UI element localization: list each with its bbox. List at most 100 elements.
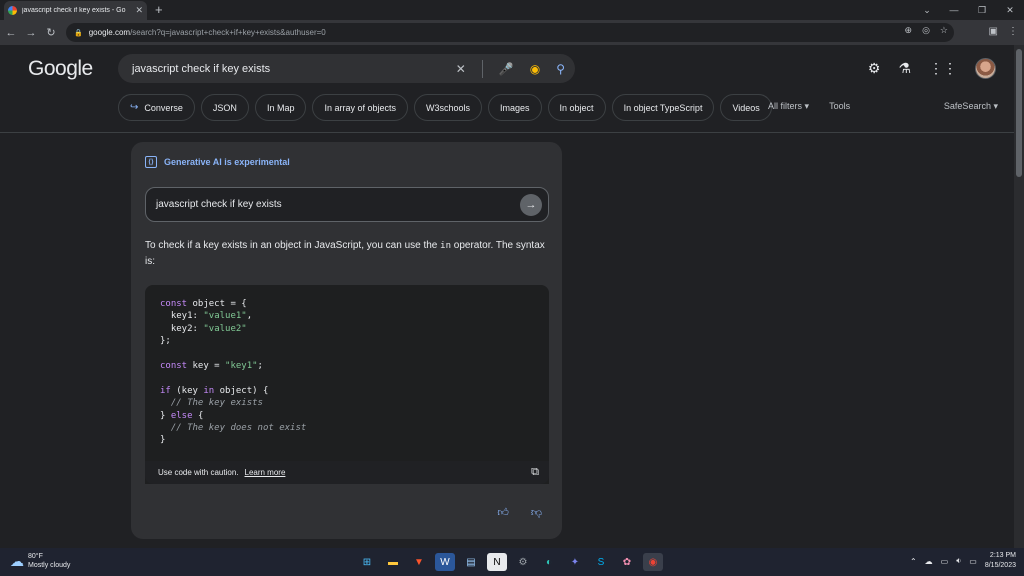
chip-videos[interactable]: Videos xyxy=(720,94,772,121)
answer-pre: To check if a key exists in an object in… xyxy=(145,240,441,251)
converse-arrow-icon: ↪ xyxy=(130,102,139,113)
chip-in-map[interactable]: In Map xyxy=(254,94,307,121)
browser-toolbar: ← → ↻ 🔒 google.com/search?q=javascript+c… xyxy=(0,20,1024,45)
google-logo[interactable]: Google xyxy=(28,57,93,81)
safesearch-button[interactable]: SafeSearch ▾ xyxy=(944,101,998,112)
ai-overview-panel: ⟨⟩ Generative AI is experimental javascr… xyxy=(131,142,562,539)
notion-icon[interactable]: N xyxy=(487,553,507,571)
browser-tab[interactable]: javascript check if key exists - Go ✕ xyxy=(4,1,147,20)
tab-search-icon[interactable]: ⌄ xyxy=(914,0,940,20)
code-footer: Use code with caution. Learn more ⧉ xyxy=(145,461,549,484)
code-token: // The key exists xyxy=(160,398,263,409)
weather-temp: 80°F xyxy=(28,553,43,560)
address-bar[interactable]: 🔒 google.com/search?q=javascript+check+i… xyxy=(66,23,954,42)
submit-arrow-icon[interactable]: → xyxy=(520,194,542,216)
volume-icon[interactable]: 🔉︎ xyxy=(956,556,961,566)
search-icon[interactable]: ⚲ xyxy=(556,62,565,76)
browser-menu-icon[interactable]: ⋮ xyxy=(1008,26,1018,37)
teams-icon[interactable]: ✦ xyxy=(565,553,585,571)
restore-icon[interactable]: ❐ xyxy=(968,0,996,20)
new-tab-icon[interactable]: + xyxy=(155,2,163,17)
tools-button[interactable]: Tools xyxy=(829,101,850,112)
file-explorer-icon[interactable]: ▬ xyxy=(383,553,403,571)
tray-chevron-up-icon[interactable]: ⌃ xyxy=(910,557,917,566)
code-line: // The key exists xyxy=(160,397,306,409)
code-token: "value2" xyxy=(203,323,247,334)
skype-icon[interactable]: S xyxy=(591,553,611,571)
reload-icon[interactable]: ↻ xyxy=(42,26,60,39)
chrome-icon[interactable]: ◉ xyxy=(643,553,663,571)
chip-label: Videos xyxy=(732,102,760,113)
close-tab-icon[interactable]: ✕ xyxy=(135,5,143,16)
chip-label: W3schools xyxy=(426,102,471,113)
code-content: const object = { key1: "value1", key2: "… xyxy=(160,298,306,447)
side-panel-icon[interactable]: ▣ xyxy=(989,26,998,37)
code-token: { xyxy=(192,410,204,421)
code-token: const xyxy=(160,360,188,371)
settings-gear-icon[interactable]: ⚙ xyxy=(868,60,881,77)
code-token: (key xyxy=(170,385,204,396)
code-token: else xyxy=(170,410,193,421)
lock-icon[interactable]: 🔒 xyxy=(74,29,83,37)
thumbs-down-icon[interactable]: 👎︎ xyxy=(531,506,542,519)
google-favicon-icon xyxy=(8,6,17,15)
chip-images[interactable]: Images xyxy=(488,94,542,121)
apps-grid-icon[interactable]: ⋮⋮ xyxy=(929,60,957,77)
minimize-icon[interactable]: — xyxy=(940,0,968,20)
chip-in-array-of-objects[interactable]: In array of objects xyxy=(312,94,408,121)
chip-label: In array of objects xyxy=(324,102,396,113)
clear-icon[interactable]: ✕ xyxy=(456,62,466,76)
voice-search-icon[interactable]: 🎤 xyxy=(499,62,514,76)
edge-icon[interactable]: ◐ xyxy=(539,553,559,571)
notepad-icon[interactable]: ▤ xyxy=(461,553,481,571)
display-icon[interactable]: ▭ xyxy=(941,557,949,566)
thumbs-up-icon[interactable]: 👍︎ xyxy=(497,506,509,519)
chip-in-object[interactable]: In object xyxy=(547,94,606,121)
ai-heading: ⟨⟩ Generative AI is experimental xyxy=(145,156,290,168)
chip-json[interactable]: JSON xyxy=(200,94,249,121)
brave-browser-icon[interactable]: ▼ xyxy=(409,553,429,571)
code-line: }; xyxy=(160,335,306,347)
labs-flask-icon[interactable]: ⚗ xyxy=(898,60,911,77)
all-filters-button[interactable]: All filters ▾ xyxy=(768,101,809,112)
tracking-icon[interactable]: ◎ xyxy=(922,25,930,36)
search-input[interactable]: javascript check if key exists xyxy=(132,63,270,75)
word-icon[interactable]: W xyxy=(435,553,455,571)
tab-strip: javascript check if key exists - Go ✕ + … xyxy=(0,0,1024,20)
close-window-icon[interactable]: ✕ xyxy=(996,0,1024,20)
page-scrollbar[interactable] xyxy=(1014,45,1024,548)
avatar[interactable] xyxy=(975,58,996,79)
chip-converse[interactable]: ↪ Converse xyxy=(118,94,195,121)
battery-icon[interactable]: ▭ xyxy=(969,557,977,566)
chip-in-object-typescript[interactable]: In object TypeScript xyxy=(611,94,715,121)
code-token: const xyxy=(160,299,188,309)
settings-app-icon[interactable]: ⚙ xyxy=(513,553,533,571)
code-token: , xyxy=(246,311,253,322)
back-icon[interactable]: ← xyxy=(2,27,20,39)
copy-icon[interactable]: ⧉ xyxy=(531,466,539,479)
scrollbar-thumb[interactable] xyxy=(1016,49,1022,177)
system-tray: ⌃ ☁ ▭ 🔉︎ ▭ 2:13 PM 8/15/2023 xyxy=(910,551,1016,571)
onedrive-cloud-icon[interactable]: ☁ xyxy=(925,557,933,566)
clock-time: 2:13 PM xyxy=(989,552,1016,559)
clock[interactable]: 2:13 PM 8/15/2023 xyxy=(985,551,1016,571)
forward-icon[interactable]: → xyxy=(22,27,40,39)
windows-start-icon[interactable]: ⊞ xyxy=(357,553,377,571)
followup-text[interactable]: javascript check if key exists xyxy=(156,199,282,210)
code-token: key1: xyxy=(160,311,204,322)
safesearch-label: SafeSearch xyxy=(943,101,991,111)
code-line: key1: "value1", xyxy=(160,310,306,322)
zoom-icon[interactable]: ⊕ xyxy=(905,25,913,36)
paint-icon[interactable]: ✿ xyxy=(617,553,637,571)
chip-label: Converse xyxy=(144,102,183,113)
code-line: if (key in object) { xyxy=(160,385,306,397)
search-box[interactable]: javascript check if key exists ✕ 🎤 ◉ ⚲ xyxy=(118,54,575,83)
code-line: } else { xyxy=(160,410,306,422)
learn-more-link[interactable]: Learn more xyxy=(245,468,286,477)
lens-icon[interactable]: ◉ xyxy=(530,62,540,76)
answer-inline-code: in xyxy=(440,241,451,251)
weather-widget[interactable]: ☁ 80°F Mostly cloudy xyxy=(10,552,70,570)
followup-input[interactable]: javascript check if key exists → xyxy=(145,187,549,222)
chip-w3schools[interactable]: W3schools xyxy=(414,94,483,121)
bookmark-star-icon[interactable]: ☆ xyxy=(940,25,948,36)
